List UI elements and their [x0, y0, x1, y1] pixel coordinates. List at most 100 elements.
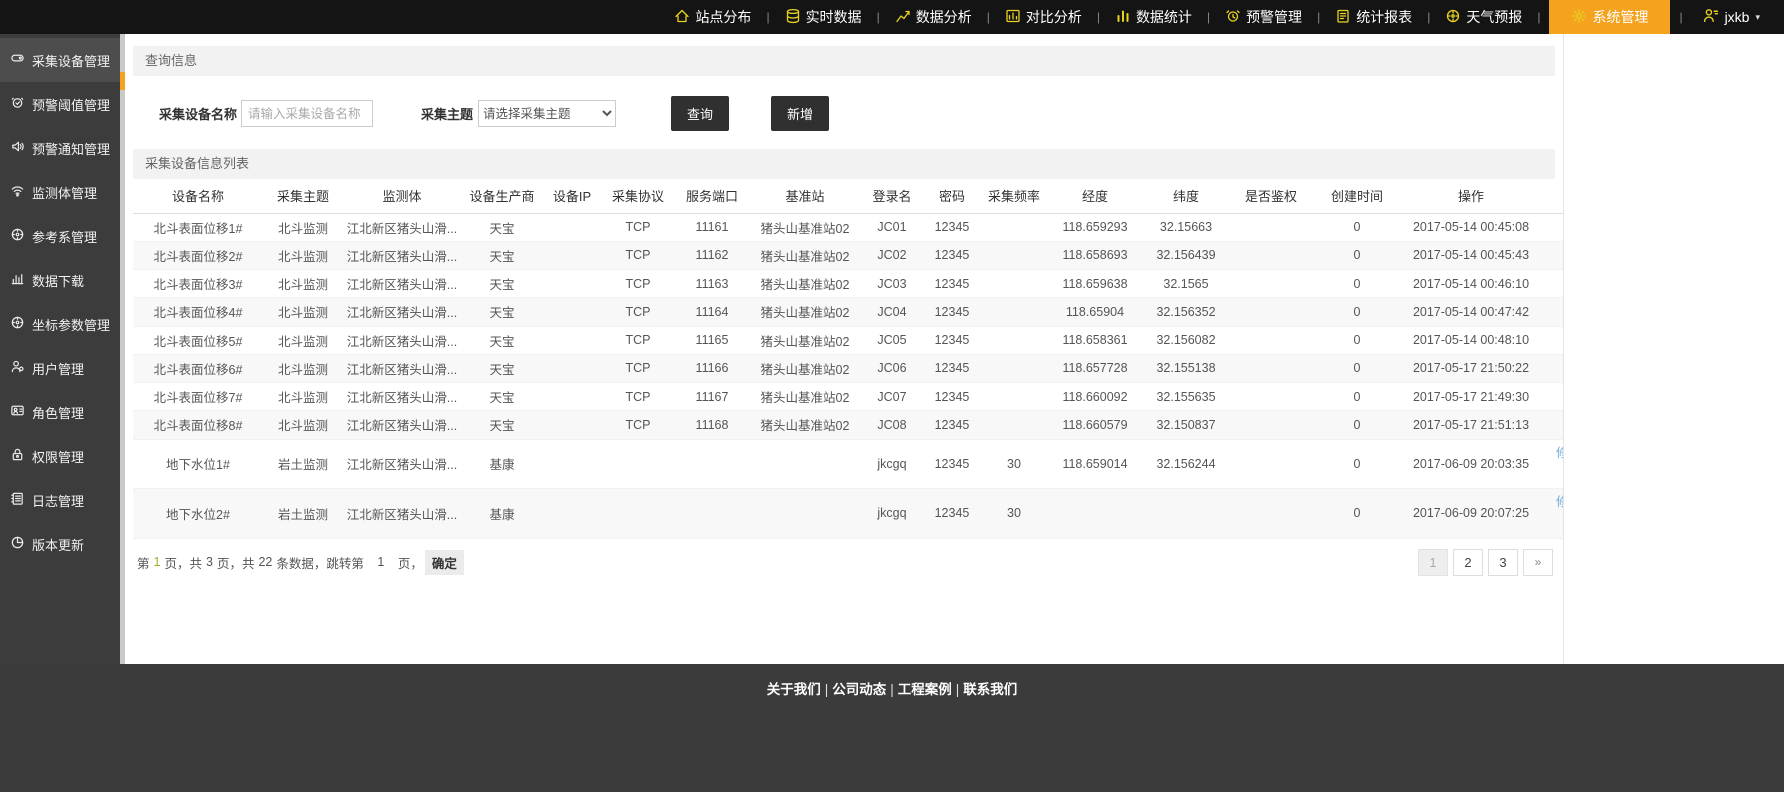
nav-item-数据统计[interactable]: 数据统计 [1109, 0, 1198, 34]
table-cell: 0 [1313, 326, 1401, 354]
footer-link-联系我们[interactable]: 联系我们 [963, 682, 1017, 697]
table-cell: 2017-05-14 00:46:10 [1401, 270, 1541, 298]
table-cell: 0 [1313, 213, 1401, 241]
table-cell: 0 [1313, 411, 1401, 439]
sidebar-item-采集设备管理[interactable]: 采集设备管理 [0, 38, 125, 82]
table-cell: TCP [601, 241, 675, 269]
table-cell: 12345 [923, 270, 981, 298]
nav-item-实时数据[interactable]: 实时数据 [779, 0, 868, 34]
row-actions: 修改删除 [1541, 383, 1564, 411]
table-cell: 天宝 [461, 270, 543, 298]
topic-select[interactable]: 请选择采集主题 [478, 100, 616, 127]
nav-separator: | [1679, 10, 1682, 24]
table-cell: JC01 [861, 213, 923, 241]
sidebar-item-版本更新[interactable]: 版本更新 [0, 522, 125, 566]
pager-next-button[interactable]: » [1523, 549, 1553, 576]
nav-item-label: 统计报表 [1356, 7, 1412, 27]
table-cell [1229, 354, 1313, 382]
row-actions: 修改通道详情删除 [1541, 439, 1564, 489]
table-cell: 猪头山基准站02 [749, 411, 861, 439]
table-row: 地下水位2#岩土监测江北新区猪头山滑...基康jkcgq123453002017… [133, 489, 1564, 539]
sidebar-item-坐标参数管理[interactable]: 坐标参数管理 [0, 302, 125, 346]
column-header-经度: 经度 [1047, 179, 1143, 213]
search-button[interactable]: 查询 [671, 96, 729, 131]
content-right-spacer [1564, 34, 1784, 664]
nav-item-对比分析[interactable]: 对比分析 [999, 0, 1088, 34]
nav-item-系统管理[interactable]: 系统管理 [1549, 0, 1670, 34]
table-cell [675, 439, 749, 489]
table-cell: 11167 [675, 383, 749, 411]
table-cell: 北斗表面位移4# [133, 298, 263, 326]
table-cell: 北斗监测 [263, 270, 343, 298]
add-button[interactable]: 新增 [771, 96, 829, 131]
table-cell [981, 298, 1047, 326]
table-cell: 32.156082 [1143, 326, 1229, 354]
sidebar-item-角色管理[interactable]: 角色管理 [0, 390, 125, 434]
sidebar-scrollbar-thumb[interactable] [120, 72, 125, 90]
pager-buttons: 123» [1413, 549, 1553, 576]
table-cell [1229, 326, 1313, 354]
table-cell: 天宝 [461, 241, 543, 269]
nav-item-预警管理[interactable]: 预警管理 [1219, 0, 1308, 34]
table-cell: 猪头山基准站02 [749, 270, 861, 298]
target-icon [10, 227, 25, 245]
pager-page-button-2[interactable]: 2 [1453, 549, 1483, 576]
nav-item-站点分布[interactable]: 站点分布 [668, 0, 757, 34]
nav-separator: | [1097, 10, 1100, 24]
table-cell: 江北新区猪头山滑... [343, 411, 461, 439]
table-cell: 天宝 [461, 383, 543, 411]
table-cell [601, 489, 675, 539]
table-cell [543, 439, 601, 489]
nav-item-统计报表[interactable]: 统计报表 [1329, 0, 1418, 34]
table-cell: 北斗监测 [263, 213, 343, 241]
sidebar-scrollbar[interactable] [120, 34, 125, 664]
row-actions: 修改删除 [1541, 354, 1564, 382]
footer-link-公司动态[interactable]: 公司动态 [832, 682, 886, 697]
table-cell: 118.657728 [1047, 354, 1143, 382]
sidebar-item-监测体管理[interactable]: 监测体管理 [0, 170, 125, 214]
row-actions: 修改删除 [1541, 298, 1564, 326]
sidebar-item-label: 参考系管理 [32, 227, 97, 246]
table-cell [981, 213, 1047, 241]
nav-item-label: 系统管理 [1592, 7, 1648, 27]
user-menu[interactable]: jxkb▾ [1692, 7, 1770, 27]
column-header-empty [1541, 179, 1564, 213]
table-cell: 0 [1313, 270, 1401, 298]
table-header-row: 设备名称采集主题监测体设备生产商设备IP采集协议服务端口基准站登录名密码采集频率… [133, 179, 1564, 213]
pager-page-button-3[interactable]: 3 [1488, 549, 1518, 576]
footer: 关于我们|公司动态|工程案例|联系我们 [0, 664, 1784, 792]
table-cell [1229, 439, 1313, 489]
table-cell: JC06 [861, 354, 923, 382]
column-header-基准站: 基准站 [749, 179, 861, 213]
device-name-input[interactable] [241, 100, 373, 127]
table-cell: 江北新区猪头山滑... [343, 354, 461, 382]
table-panel-header: 采集设备信息列表 [133, 149, 1555, 179]
column-header-服务端口: 服务端口 [675, 179, 749, 213]
sidebar-item-权限管理[interactable]: 权限管理 [0, 434, 125, 478]
sidebar-item-日志管理[interactable]: 日志管理 [0, 478, 125, 522]
footer-link-关于我们[interactable]: 关于我们 [767, 682, 821, 697]
action-link-修改[interactable]: 修改 [1556, 492, 1564, 513]
sidebar-item-label: 预警阈值管理 [32, 95, 110, 114]
nav-item-数据分析[interactable]: 数据分析 [889, 0, 978, 34]
lock-icon [10, 447, 25, 465]
pagination-text: 页， [398, 553, 423, 572]
action-link-修改[interactable]: 修改 [1556, 443, 1564, 464]
table-cell: 天宝 [461, 326, 543, 354]
sidebar-item-参考系管理[interactable]: 参考系管理 [0, 214, 125, 258]
table-cell: 118.659638 [1047, 270, 1143, 298]
sidebar-item-预警通知管理[interactable]: 预警通知管理 [0, 126, 125, 170]
jump-confirm-button[interactable]: 确定 [425, 550, 464, 575]
sidebar: 采集设备管理预警阈值管理预警通知管理监测体管理参考系管理数据下载坐标参数管理用户… [0, 34, 125, 664]
nav-item-天气预报[interactable]: 天气预报 [1439, 0, 1528, 34]
sidebar-item-数据下载[interactable]: 数据下载 [0, 258, 125, 302]
sidebar-item-预警阈值管理[interactable]: 预警阈值管理 [0, 82, 125, 126]
footer-link-工程案例[interactable]: 工程案例 [898, 682, 952, 697]
sidebar-item-用户管理[interactable]: 用户管理 [0, 346, 125, 390]
table-cell: 天宝 [461, 411, 543, 439]
jump-page-input[interactable] [366, 555, 396, 569]
bar-chart-icon [1115, 8, 1131, 27]
table-cell: 北斗监测 [263, 411, 343, 439]
table-cell [1229, 270, 1313, 298]
pager-page-button-1[interactable]: 1 [1418, 549, 1448, 576]
